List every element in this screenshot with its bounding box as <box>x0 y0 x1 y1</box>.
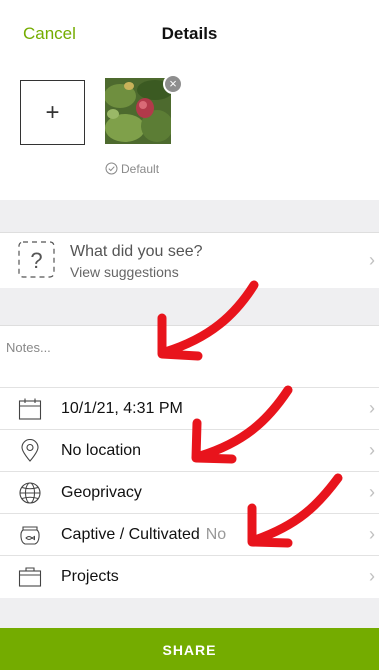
chevron-right-icon: › <box>369 398 375 418</box>
section-spacer <box>0 200 379 232</box>
location-pin-icon <box>21 439 39 462</box>
chevron-right-icon: › <box>369 566 375 586</box>
photo-section: + × Default <box>0 66 379 200</box>
projects-label: Projects <box>61 568 119 585</box>
geoprivacy-label: Geoprivacy <box>61 484 142 501</box>
check-circle-icon <box>105 162 118 175</box>
section-spacer <box>0 598 379 628</box>
species-selector[interactable]: ? What did you see? View suggestions › <box>0 232 379 289</box>
projects-row[interactable]: Projects › <box>0 555 379 599</box>
captive-value: No <box>205 526 227 543</box>
notes-field[interactable]: Notes... <box>0 325 379 388</box>
chevron-right-icon: › <box>369 250 375 270</box>
nav-bar: Cancel Details <box>0 0 379 67</box>
notes-placeholder: Notes... <box>6 340 51 355</box>
date-row[interactable]: 10/1/21, 4:31 PM › <box>0 387 379 430</box>
add-photo-button[interactable]: + <box>20 80 85 145</box>
plus-icon: + <box>45 99 60 126</box>
chevron-right-icon: › <box>369 482 375 502</box>
globe-icon <box>19 482 41 504</box>
default-photo-label: Default <box>105 162 159 176</box>
captive-row[interactable]: Captive / Cultivated No › <box>0 513 379 556</box>
projects-briefcase-icon <box>18 567 42 587</box>
view-suggestions-link[interactable]: View suggestions <box>70 264 179 280</box>
captive-label: Captive / Cultivated No <box>61 526 227 543</box>
chevron-right-icon: › <box>369 524 375 544</box>
page-title: Details <box>161 24 218 43</box>
geoprivacy-row[interactable]: Geoprivacy › <box>0 471 379 514</box>
location-label: No location <box>61 442 142 459</box>
observation-photo[interactable] <box>105 78 171 144</box>
remove-photo-button[interactable]: × <box>163 74 183 94</box>
calendar-icon <box>18 398 42 420</box>
captive-icon <box>20 526 40 545</box>
unknown-species-icon: ? <box>18 241 55 278</box>
species-question: What did you see? <box>70 243 203 260</box>
date-label: 10/1/21, 4:31 PM <box>61 400 183 417</box>
section-spacer <box>0 288 379 325</box>
chevron-right-icon: › <box>369 440 375 460</box>
location-row[interactable]: No location › <box>0 429 379 472</box>
share-button[interactable]: SHARE <box>0 628 379 670</box>
svg-text:?: ? <box>30 248 42 273</box>
